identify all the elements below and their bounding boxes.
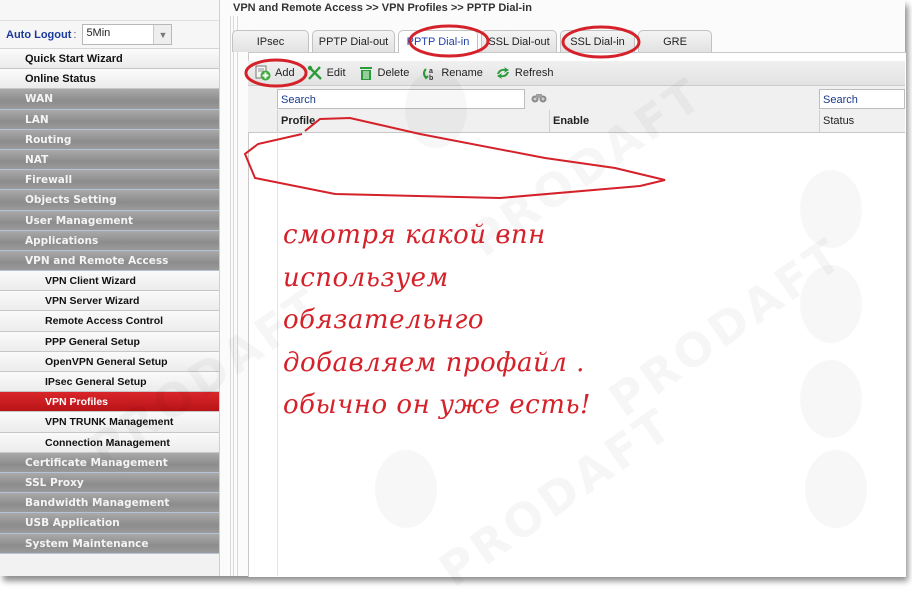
sidebar-item-bandwidth-management[interactable]: Bandwidth Management <box>0 493 219 514</box>
sidebar-item-online-status[interactable]: Online Status <box>0 69 219 90</box>
auto-logout-value: 5Min <box>86 27 111 39</box>
sidebar-item-openvpn-general-setup[interactable]: OpenVPN General Setup <box>0 351 219 372</box>
edit-button[interactable]: Edit <box>307 65 346 81</box>
tab-ipsec[interactable]: IPsec <box>232 30 309 52</box>
sidebar-item-vpn-server-wizard[interactable]: VPN Server Wizard <box>0 291 219 312</box>
add-button[interactable]: Add <box>255 65 295 81</box>
sidebar-item-system-maintenance[interactable]: System Maintenance <box>0 533 219 554</box>
sidebar-item-vpn-and-remote-access[interactable]: VPN and Remote Access <box>0 250 219 272</box>
sidebar: Auto Logout : 5Min ▼ Quick Start Wizard O… <box>0 0 220 576</box>
tab-gre[interactable]: GRE <box>638 30 712 52</box>
add-label: Add <box>275 67 295 79</box>
annotation-line: обычно он уже есть! <box>283 390 591 420</box>
annotation-line: используем <box>283 262 449 293</box>
annotation-line: смотря какой впн <box>283 220 546 250</box>
auto-logout-select[interactable]: 5Min ▼ <box>82 24 173 45</box>
auto-logout-row: Auto Logout : 5Min ▼ <box>0 21 219 49</box>
annotation-line: добавляем профайл . <box>283 347 585 378</box>
annotation-note: смотря какой впн используем обязательнго до… <box>283 214 591 427</box>
status-search-input[interactable]: Search <box>819 89 905 109</box>
auto-logout-colon: : <box>73 28 77 41</box>
sidebar-item-vpn-trunk-management[interactable]: VPN TRUNK Management <box>0 412 219 433</box>
refresh-button[interactable]: Refresh <box>495 65 554 81</box>
divider <box>230 16 231 576</box>
profile-type-tabs: IPsec PPTP Dial-out PPTP Dial-in SSL Dial-o… <box>232 30 715 53</box>
svg-text:a: a <box>429 68 433 75</box>
sidebar-item-usb-application[interactable]: USB Application <box>0 513 219 534</box>
rename-label: Rename <box>441 67 483 79</box>
column-header-enable[interactable]: Enable <box>549 110 819 132</box>
tab-pptp-dial-out[interactable]: PPTP Dial-out <box>312 30 395 52</box>
sidebar-item-vpn-profiles[interactable]: VPN Profiles <box>0 392 219 413</box>
chevron-down-icon[interactable]: ▼ <box>153 25 172 44</box>
sidebar-item-nat[interactable]: NAT <box>0 149 219 171</box>
tools-icon <box>307 65 323 81</box>
grid-column-divider <box>277 132 278 576</box>
edit-label: Edit <box>326 67 346 79</box>
rename-button[interactable]: ab Rename <box>421 65 483 81</box>
rename-ab-icon: ab <box>421 65 437 81</box>
sidebar-item-objects-setting[interactable]: Objects Setting <box>0 190 219 211</box>
sidebar-item-remote-access-control[interactable]: Remote Access Control <box>0 311 219 332</box>
binoculars-icon[interactable] <box>531 91 547 109</box>
sidebar-item-wan[interactable]: WAN <box>0 89 219 110</box>
tab-pptp-dial-in[interactable]: PPTP Dial-in <box>398 30 478 53</box>
sidebar-item-ssl-proxy[interactable]: SSL Proxy <box>0 472 219 494</box>
tab-ssl-dial-in[interactable]: SSL Dial-in <box>560 30 635 52</box>
annotation-line: обязательнго <box>283 305 485 335</box>
svg-text:b: b <box>429 75 433 81</box>
column-header-profile[interactable]: Profile <box>277 110 549 132</box>
sidebar-item-lan[interactable]: LAN <box>0 109 219 130</box>
add-document-icon <box>255 65 271 81</box>
auto-logout-label: Auto Logout <box>6 28 72 41</box>
toolbar: Add Edit Delete ab Rename Refresh <box>248 61 905 86</box>
sidebar-top-spacer <box>0 0 219 21</box>
sidebar-item-connection-management[interactable]: Connection Management <box>0 432 219 453</box>
sidebar-nav: Quick Start Wizard Online Status WAN LAN Rou… <box>0 49 219 554</box>
sidebar-item-ppp-general-setup[interactable]: PPP General Setup <box>0 331 219 352</box>
sidebar-item-firewall[interactable]: Firewall <box>0 170 219 191</box>
sidebar-item-certificate-management[interactable]: Certificate Management <box>0 452 219 473</box>
sidebar-item-applications[interactable]: Applications <box>0 230 219 251</box>
trash-icon <box>358 65 374 81</box>
divider <box>233 16 234 576</box>
sidebar-item-routing[interactable]: Routing <box>0 129 219 150</box>
sidebar-item-quick-start-wizard[interactable]: Quick Start Wizard <box>0 49 219 70</box>
divider <box>237 16 238 576</box>
grid-header: Search Search Profile Enable Status <box>248 86 905 133</box>
profile-search-input[interactable]: Search <box>277 89 525 109</box>
refresh-icon <box>495 65 511 81</box>
sidebar-item-user-management[interactable]: User Management <box>0 210 219 231</box>
sidebar-item-vpn-client-wizard[interactable]: VPN Client Wizard <box>0 271 219 292</box>
tab-ssl-dial-out[interactable]: SSL Dial-out <box>481 30 557 52</box>
sidebar-item-ipsec-general-setup[interactable]: IPsec General Setup <box>0 372 219 393</box>
delete-label: Delete <box>377 67 410 79</box>
delete-button[interactable]: Delete <box>358 65 410 81</box>
column-header-status[interactable]: Status <box>819 110 905 132</box>
refresh-label: Refresh <box>514 67 554 79</box>
breadcrumb: VPN and Remote Access >> VPN Profiles >>… <box>233 2 532 14</box>
